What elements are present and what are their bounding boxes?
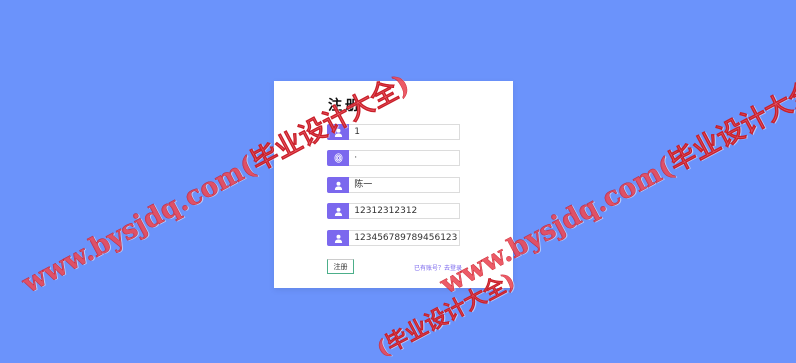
register-button[interactable]: 注册 [327,259,354,274]
user-icon [327,230,350,246]
phone-row: 12312312312 [327,203,460,219]
password-row: · [327,150,460,166]
username-input[interactable]: 1 [349,124,460,140]
fingerprint-icon [327,150,350,166]
user-icon [327,203,350,219]
phone-input[interactable]: 12312312312 [349,203,460,219]
password-input[interactable]: · [349,150,460,166]
name-row: 陈一 [327,177,460,193]
user-icon [327,177,350,193]
id-number-row: 123456789789456123 [327,230,460,246]
name-input[interactable]: 陈一 [349,177,460,193]
id-number-input[interactable]: 123456789789456123 [349,230,460,246]
